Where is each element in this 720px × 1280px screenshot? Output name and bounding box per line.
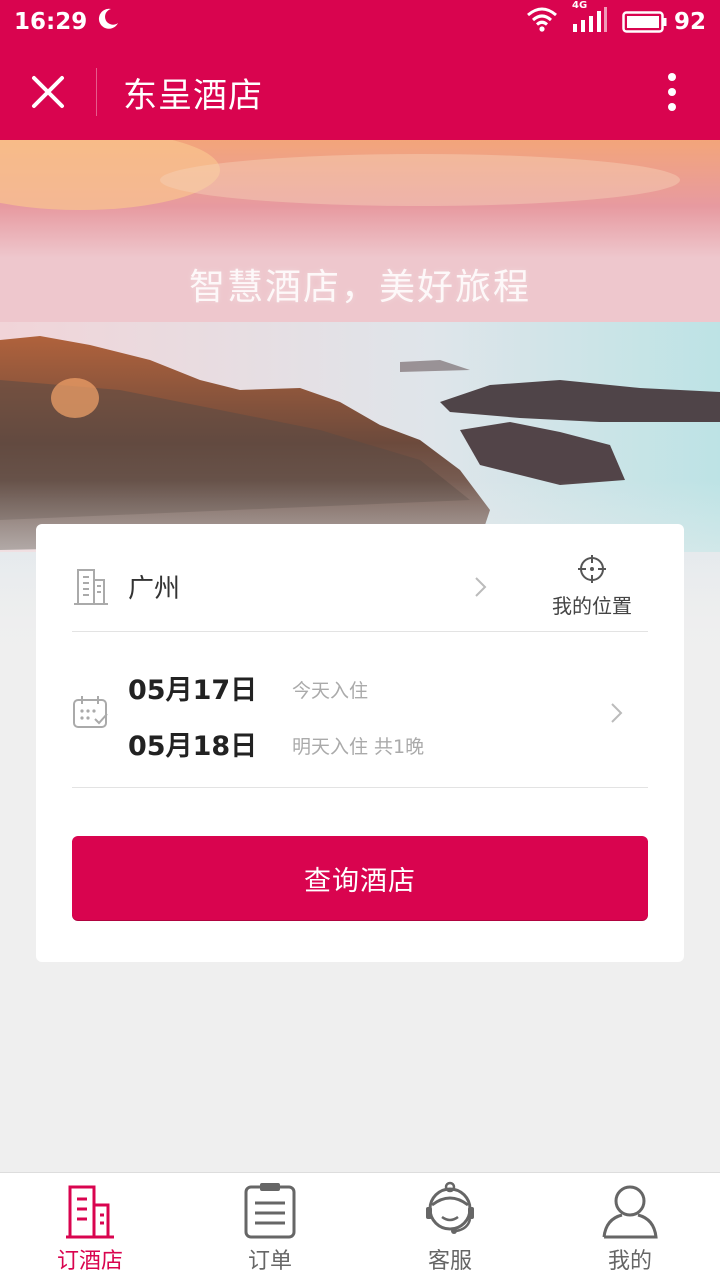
- building-icon: [74, 569, 108, 605]
- tab-label: 订单: [247, 1249, 292, 1274]
- more-button[interactable]: [644, 68, 700, 116]
- close-button[interactable]: [0, 44, 96, 140]
- battery-level: 92: [673, 9, 706, 35]
- user-icon: [602, 1185, 658, 1239]
- my-location-label: 我的位置: [552, 594, 632, 618]
- date-selector[interactable]: 05月17日 今天入住 05月18日 明天入住 共1晚: [72, 632, 648, 788]
- network-type: 4G: [571, 0, 588, 11]
- status-left: 16:29: [14, 6, 121, 38]
- calendar-icon: [73, 696, 108, 728]
- checkin-date: 05月17日: [128, 675, 258, 706]
- crosshair-icon: [578, 555, 606, 583]
- order-clipboard-icon: [244, 1183, 296, 1239]
- search-hotel-button[interactable]: 查询酒店: [72, 836, 648, 920]
- checkout-note: 明天入住 共1晚: [292, 736, 425, 758]
- tab-orders[interactable]: 订单: [180, 1173, 360, 1280]
- status-right: 4G 92: [526, 0, 706, 38]
- moon-icon: [95, 6, 121, 38]
- tab-book-hotel[interactable]: 订酒店: [0, 1173, 180, 1280]
- close-icon: [32, 76, 64, 108]
- battery-icon: [622, 11, 667, 33]
- title-bar: 东呈酒店: [0, 44, 720, 140]
- signal-icon: 4G: [572, 0, 608, 38]
- tab-label: 我的: [607, 1249, 652, 1274]
- city-name: 广州: [128, 574, 181, 604]
- tab-label: 客服: [427, 1249, 472, 1274]
- bottom-tab-bar: 订酒店 订单 客服 我的: [0, 1172, 720, 1280]
- status-time: 16:29: [14, 9, 88, 35]
- tab-label: 订酒店: [56, 1249, 123, 1274]
- hotel-search-card: 广州 我的位置 05月17日 今天入住 05月18日 明天入住 共1晚 查询酒店: [36, 524, 684, 962]
- hero-slogan: 智慧酒店，美好旅程: [188, 267, 531, 308]
- more-vertical-icon: [668, 73, 676, 111]
- hotel-icon: [66, 1185, 114, 1239]
- chevron-right-icon: [611, 703, 623, 723]
- wifi-icon: [526, 6, 558, 38]
- my-location-button[interactable]: 我的位置: [536, 554, 648, 619]
- checkout-date: 05月18日: [128, 731, 258, 762]
- tab-my-account[interactable]: 我的: [540, 1173, 720, 1280]
- status-bar: 16:29 4G 92: [0, 0, 720, 44]
- customer-service-icon: [426, 1181, 474, 1234]
- checkin-note: 今天入住: [292, 680, 369, 702]
- chevron-right-icon: [475, 577, 487, 597]
- battery: 92: [622, 9, 706, 35]
- tab-customer-service[interactable]: 客服: [360, 1173, 540, 1280]
- title-divider: [96, 68, 97, 116]
- page-title: 东呈酒店: [123, 75, 263, 116]
- city-selector[interactable]: 广州 我的位置: [72, 524, 648, 632]
